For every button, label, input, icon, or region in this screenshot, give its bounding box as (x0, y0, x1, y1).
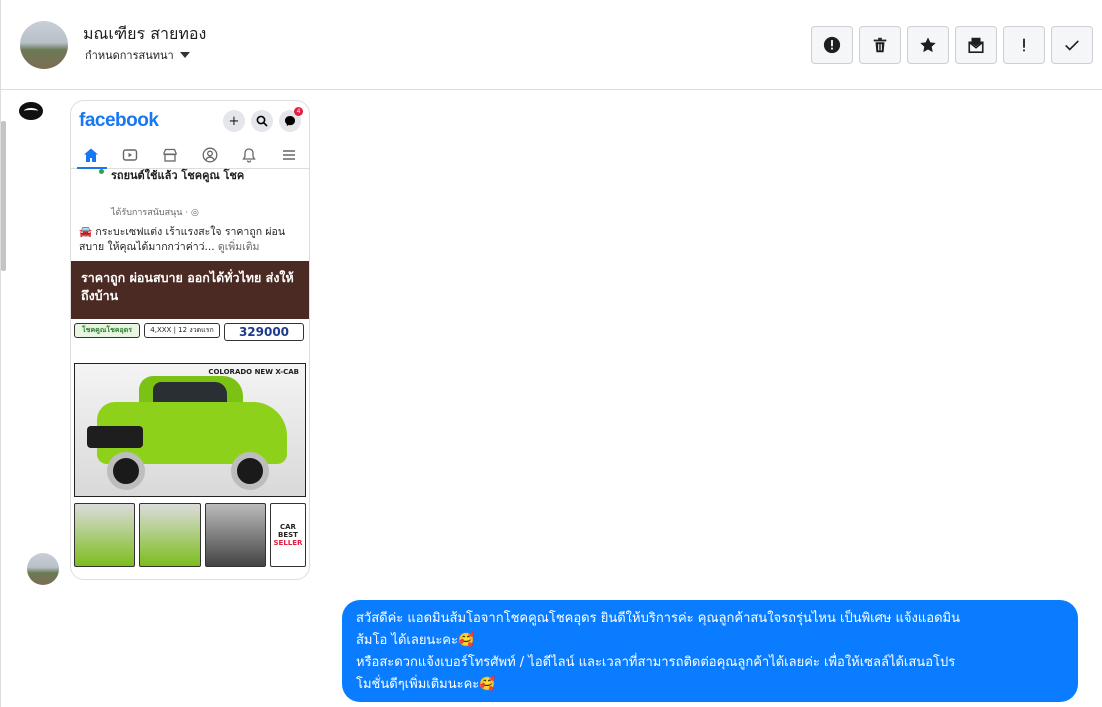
header-actions (811, 26, 1093, 64)
envelope-icon (968, 37, 984, 54)
globe-icon: ◎ (191, 208, 199, 218)
trash-icon (873, 37, 887, 53)
exclamation-icon (1023, 38, 1025, 52)
done-button[interactable] (1051, 26, 1093, 64)
star-icon (920, 37, 936, 53)
message-line-1: สวัสดีค่ะ แอดมินส้มโอจากโชคคูณโชคอุดร ยิ… (356, 611, 960, 626)
ad-banner: ราคาถูก ผ่อนสบาย ออกได้ทั่วไทย ส่งให้ถึง… (71, 261, 309, 319)
notification-badge: 4 (294, 107, 303, 116)
thumbnail-interior (204, 503, 266, 567)
thumbnail-front (74, 503, 136, 567)
delete-button[interactable] (859, 26, 901, 64)
contact-name[interactable]: มณเฑียร สายทอง (83, 22, 206, 47)
ad-creative: โชคคูณโชคอุดร 4,XXX | 12 งวดแรก 329000 C… (71, 319, 309, 574)
outgoing-message-bubble[interactable]: สวัสดีค่ะ แอดมินส้มโอจากโชคคูณโชคอุดร ยิ… (342, 600, 1078, 702)
fb-nav-bar (71, 141, 309, 169)
ad-info-row: โชคคูณโชคอุดร 4,XXX | 12 งวดแรก 329000 (71, 319, 309, 359)
online-dot-icon (99, 169, 104, 174)
best-seller-badge: CAR BEST SELLER (269, 503, 306, 567)
thread-scrollbar[interactable] (1, 121, 6, 271)
sponsored-text: ได้รับการสนับสนุน · (111, 208, 191, 218)
car-grill (87, 426, 143, 448)
ad-price: 329000 (224, 323, 304, 341)
message-line-4: โมชั่นดีๆเพิ่มเติมนะคะ🥰 (356, 677, 496, 692)
car-model: COLORADO NEW X-CAB (208, 368, 299, 376)
post-author: รถยนต์ใช้แล้ว โชคคูณ โชค (71, 169, 309, 203)
report-button[interactable] (811, 26, 853, 64)
home-icon (82, 146, 100, 164)
fb-top-icons: + 4 (223, 107, 303, 132)
sender-avatar[interactable] (27, 553, 59, 585)
mark-unread-button[interactable] (955, 26, 997, 64)
conversation-panel: มณเฑียร สายทอง กำหนดการสนทนา facebook + … (0, 0, 1102, 707)
car-window (153, 382, 227, 404)
bell-icon (240, 146, 258, 164)
search-icon (251, 110, 273, 132)
ad-label: โชคคูณโชคอุดร (74, 323, 140, 338)
video-icon (121, 146, 139, 164)
messenger-icon: 4 (279, 107, 303, 132)
message-thread[interactable]: facebook + 4 รถยนต์ใช้แล้ว โชคคูณ โชค ได… (1, 91, 1102, 707)
post-text: 🚘 กระบะเซฟแต่ง เร้าแรงสะใจ ราคาถูก ผ่อนส… (71, 219, 309, 261)
conversation-label: กำหนดการสนทนา (85, 49, 174, 62)
front-wheel (107, 452, 145, 490)
sponsored-label: ได้รับการสนับสนุน · ◎ (71, 205, 309, 219)
car-thumbnails: CAR BEST SELLER (74, 503, 306, 567)
checkmark-icon (1065, 40, 1079, 51)
contact-avatar[interactable] (20, 21, 68, 69)
page-logo-icon (19, 102, 43, 120)
rear-wheel (231, 452, 269, 490)
car-photo: COLORADO NEW X-CAB (74, 363, 306, 497)
badge-line-1: CAR (280, 523, 296, 531)
post-author-name: รถยนต์ใช้แล้ว โชคคูณ โชค (111, 169, 245, 182)
marketplace-icon (161, 146, 179, 164)
plus-icon: + (223, 110, 245, 132)
conversation-label-dropdown[interactable]: กำหนดการสนทนา (85, 46, 190, 64)
profile-icon (201, 146, 219, 164)
important-button[interactable] (1003, 26, 1045, 64)
message-line-2: ส้มโอ ได้เลยนะคะ🥰 (356, 633, 475, 648)
conversation-header: มณเฑียร สายทอง กำหนดการสนทนา (1, 0, 1102, 90)
menu-icon (280, 146, 298, 164)
thumbnail-rear (139, 503, 201, 567)
shared-screenshot-image[interactable]: facebook + 4 รถยนต์ใช้แล้ว โชคคูณ โชค ได… (70, 100, 310, 580)
see-more-link: ดูเพิ่มเติม (217, 241, 260, 253)
star-button[interactable] (907, 26, 949, 64)
fb-top-bar: facebook + 4 (71, 101, 309, 141)
caret-down-icon (179, 52, 190, 58)
ad-monthly: 4,XXX | 12 งวดแรก (144, 323, 220, 338)
badge-line-2: BEST (278, 531, 298, 539)
badge-line-3: SELLER (273, 539, 303, 547)
message-line-3: หรือสะดวกแจ้งเบอร์โทรศัพท์ / ไอดีไลน์ แล… (356, 655, 956, 670)
facebook-logo: facebook (79, 110, 159, 131)
alert-circle-icon (823, 36, 841, 54)
